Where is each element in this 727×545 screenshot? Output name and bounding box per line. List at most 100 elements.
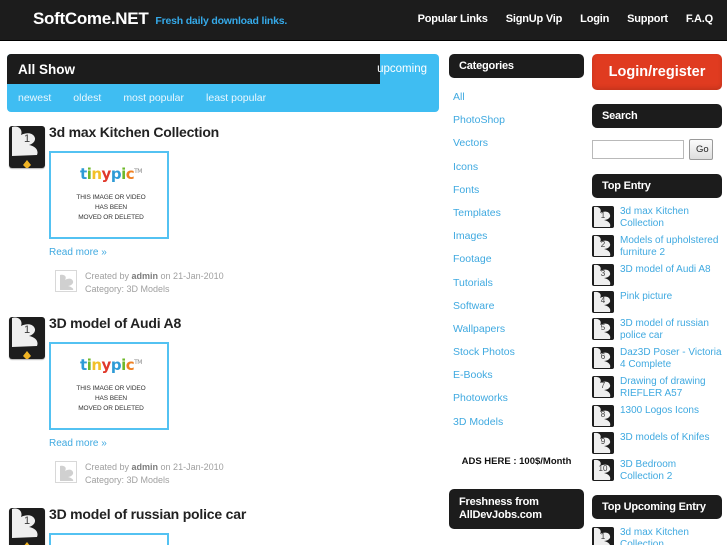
entry-link[interactable]: Models of upholstered furniture 2 (620, 234, 722, 259)
nav-signup-vip[interactable]: SignUp Vip (506, 13, 563, 25)
byline-created: Created by admin on 21-Jan-2010 (85, 271, 224, 281)
avatar (55, 461, 77, 483)
brand[interactable]: SoftCome.NET Fresh daily download links. (33, 9, 287, 29)
category-vectors[interactable]: Vectors (453, 137, 488, 149)
tinypic-letter: p (110, 165, 122, 183)
category-ebooks[interactable]: E-Books (453, 369, 493, 381)
tinypic-letter: y (101, 356, 112, 374)
tab-upcoming[interactable]: upcoming (365, 54, 439, 84)
entry-rank-badge: 1 (592, 206, 614, 228)
avatar (55, 270, 77, 292)
top-entry-title: Top Entry (592, 174, 722, 198)
site-logo: SoftCome.NET (33, 9, 149, 28)
tinypic-letter: t (80, 165, 87, 183)
entry-link[interactable]: 3d max Kitchen Collection (620, 205, 722, 230)
category-photoworks[interactable]: Photoworks (453, 392, 508, 404)
nav-login[interactable]: Login (580, 13, 609, 25)
list-item: 5 3D model of russian police car (592, 317, 722, 342)
post-title[interactable]: 3D model of russian police car (49, 506, 439, 522)
entry-rank: 5 (600, 323, 606, 332)
entry-rank-badge: 4 (592, 291, 614, 313)
entry-link[interactable]: Drawing of drawing RIEFLER A57 (620, 375, 722, 400)
vote-badge[interactable]: 1 (9, 508, 45, 545)
vote-badge[interactable]: 1 (9, 317, 45, 359)
tinypic-letter: p (110, 356, 122, 374)
search-input[interactable] (592, 140, 684, 159)
entry-rank: 1 (600, 532, 606, 541)
category-footage[interactable]: Footage (453, 253, 492, 265)
page-body: All Show upcoming newest oldest most pop… (0, 41, 727, 545)
post-item: 1 3D model of russian police car tinypic (7, 494, 439, 545)
category-tutorials[interactable]: Tutorials (453, 277, 493, 289)
search-title: Search (592, 104, 722, 128)
nav-faq[interactable]: F.A.Q (686, 13, 713, 25)
main-column: All Show upcoming newest oldest most pop… (7, 54, 439, 545)
message-line: MOVED OR DELETED (78, 405, 144, 412)
post-item: 1 3D model of Audi A8 tinypicTM THIS IMA… (7, 303, 439, 494)
nav-support[interactable]: Support (627, 13, 668, 25)
post-thumbnail[interactable]: tinypicTM THIS IMAGE OR VIDEO HAS BEEN M… (49, 342, 169, 430)
search-go-button[interactable]: Go (689, 139, 713, 160)
top-entry-list: 1 3d max Kitchen Collection 2 Models of … (592, 205, 722, 483)
list-item: Tutorials (453, 273, 584, 291)
category-all[interactable]: All (453, 91, 465, 103)
category-templates[interactable]: Templates (453, 207, 501, 219)
login-register-button[interactable]: Login/register (592, 54, 722, 90)
entry-link[interactable]: 3d max Kitchen Collection (620, 526, 722, 545)
list-item: 1 3d max Kitchen Collection (592, 205, 722, 230)
trademark-mark: TM (134, 168, 142, 175)
byline-category: Category: 3D Models (85, 474, 170, 485)
filter-most-popular[interactable]: most popular (123, 92, 184, 104)
tinypic-letter: c (125, 356, 135, 374)
entry-link[interactable]: 3D models of Knifes (620, 431, 710, 444)
list-item: Photoworks (453, 388, 584, 406)
vote-badge[interactable]: 1 (9, 126, 45, 168)
list-item: All (453, 87, 584, 105)
list-item: 3D Models (453, 412, 584, 430)
entry-link[interactable]: 3D Bedroom Collection 2 (620, 458, 722, 483)
byline-category: Category: 3D Models (85, 283, 170, 294)
post-title[interactable]: 3d max Kitchen Collection (49, 124, 439, 140)
entry-rank-badge: 1 (592, 527, 614, 545)
vote-up-icon[interactable] (23, 160, 31, 168)
jobs-title-line1: Freshness from (459, 495, 539, 508)
category-software[interactable]: Software (453, 300, 494, 312)
category-wallpapers[interactable]: Wallpapers (453, 323, 505, 335)
entry-link[interactable]: Daz3D Poser - Victoria 4 Complete (620, 346, 722, 371)
post-title[interactable]: 3D model of Audi A8 (49, 315, 439, 331)
entry-link[interactable]: 3D model of russian police car (620, 317, 722, 342)
list-item: PhotoShop (453, 110, 584, 128)
vote-up-icon[interactable] (23, 351, 31, 359)
category-icons[interactable]: Icons (453, 161, 478, 173)
filter-least-popular[interactable]: least popular (206, 92, 266, 104)
list-item: E-Books (453, 365, 584, 383)
vote-count: 1 (23, 515, 31, 527)
list-item: 4 Pink picture (592, 290, 722, 313)
tinypic-letter: t (80, 356, 87, 374)
entry-rank-badge: 7 (592, 376, 614, 398)
category-fonts[interactable]: Fonts (453, 184, 479, 196)
read-more-link[interactable]: Read more » (49, 438, 107, 449)
read-more-link[interactable]: Read more » (49, 247, 107, 258)
post-byline: Created by admin on 21-Jan-2010 Category… (49, 270, 439, 295)
nav-popular-links[interactable]: Popular Links (418, 13, 488, 25)
byline-author: admin (131, 271, 159, 281)
entry-rank: 4 (600, 296, 606, 305)
list-item: 1 3d max Kitchen Collection (592, 526, 722, 545)
post-thumbnail[interactable]: tinypicTM THIS IMAGE OR VIDEO HAS BEEN M… (49, 151, 169, 239)
trademark-mark: TM (134, 359, 142, 366)
entry-link[interactable]: 3D model of Audi A8 (620, 263, 711, 276)
entry-link[interactable]: 1300 Logos Icons (620, 404, 699, 417)
entry-link[interactable]: Pink picture (620, 290, 672, 303)
filter-newest[interactable]: newest (18, 92, 51, 104)
tinypic-letter: y (101, 165, 112, 183)
ads-placeholder[interactable]: ADS HERE : 100$/Month (449, 456, 584, 467)
post-thumbnail[interactable]: tinypic (49, 533, 169, 545)
category-3d-models[interactable]: 3D Models (453, 416, 503, 428)
filter-oldest[interactable]: oldest (73, 92, 101, 104)
jobs-title-line2: AllDevJobs.com (459, 508, 542, 521)
category-images[interactable]: Images (453, 230, 487, 242)
message-line: HAS BEEN (94, 204, 128, 211)
category-stock-photos[interactable]: Stock Photos (453, 346, 515, 358)
category-photoshop[interactable]: PhotoShop (453, 114, 505, 126)
